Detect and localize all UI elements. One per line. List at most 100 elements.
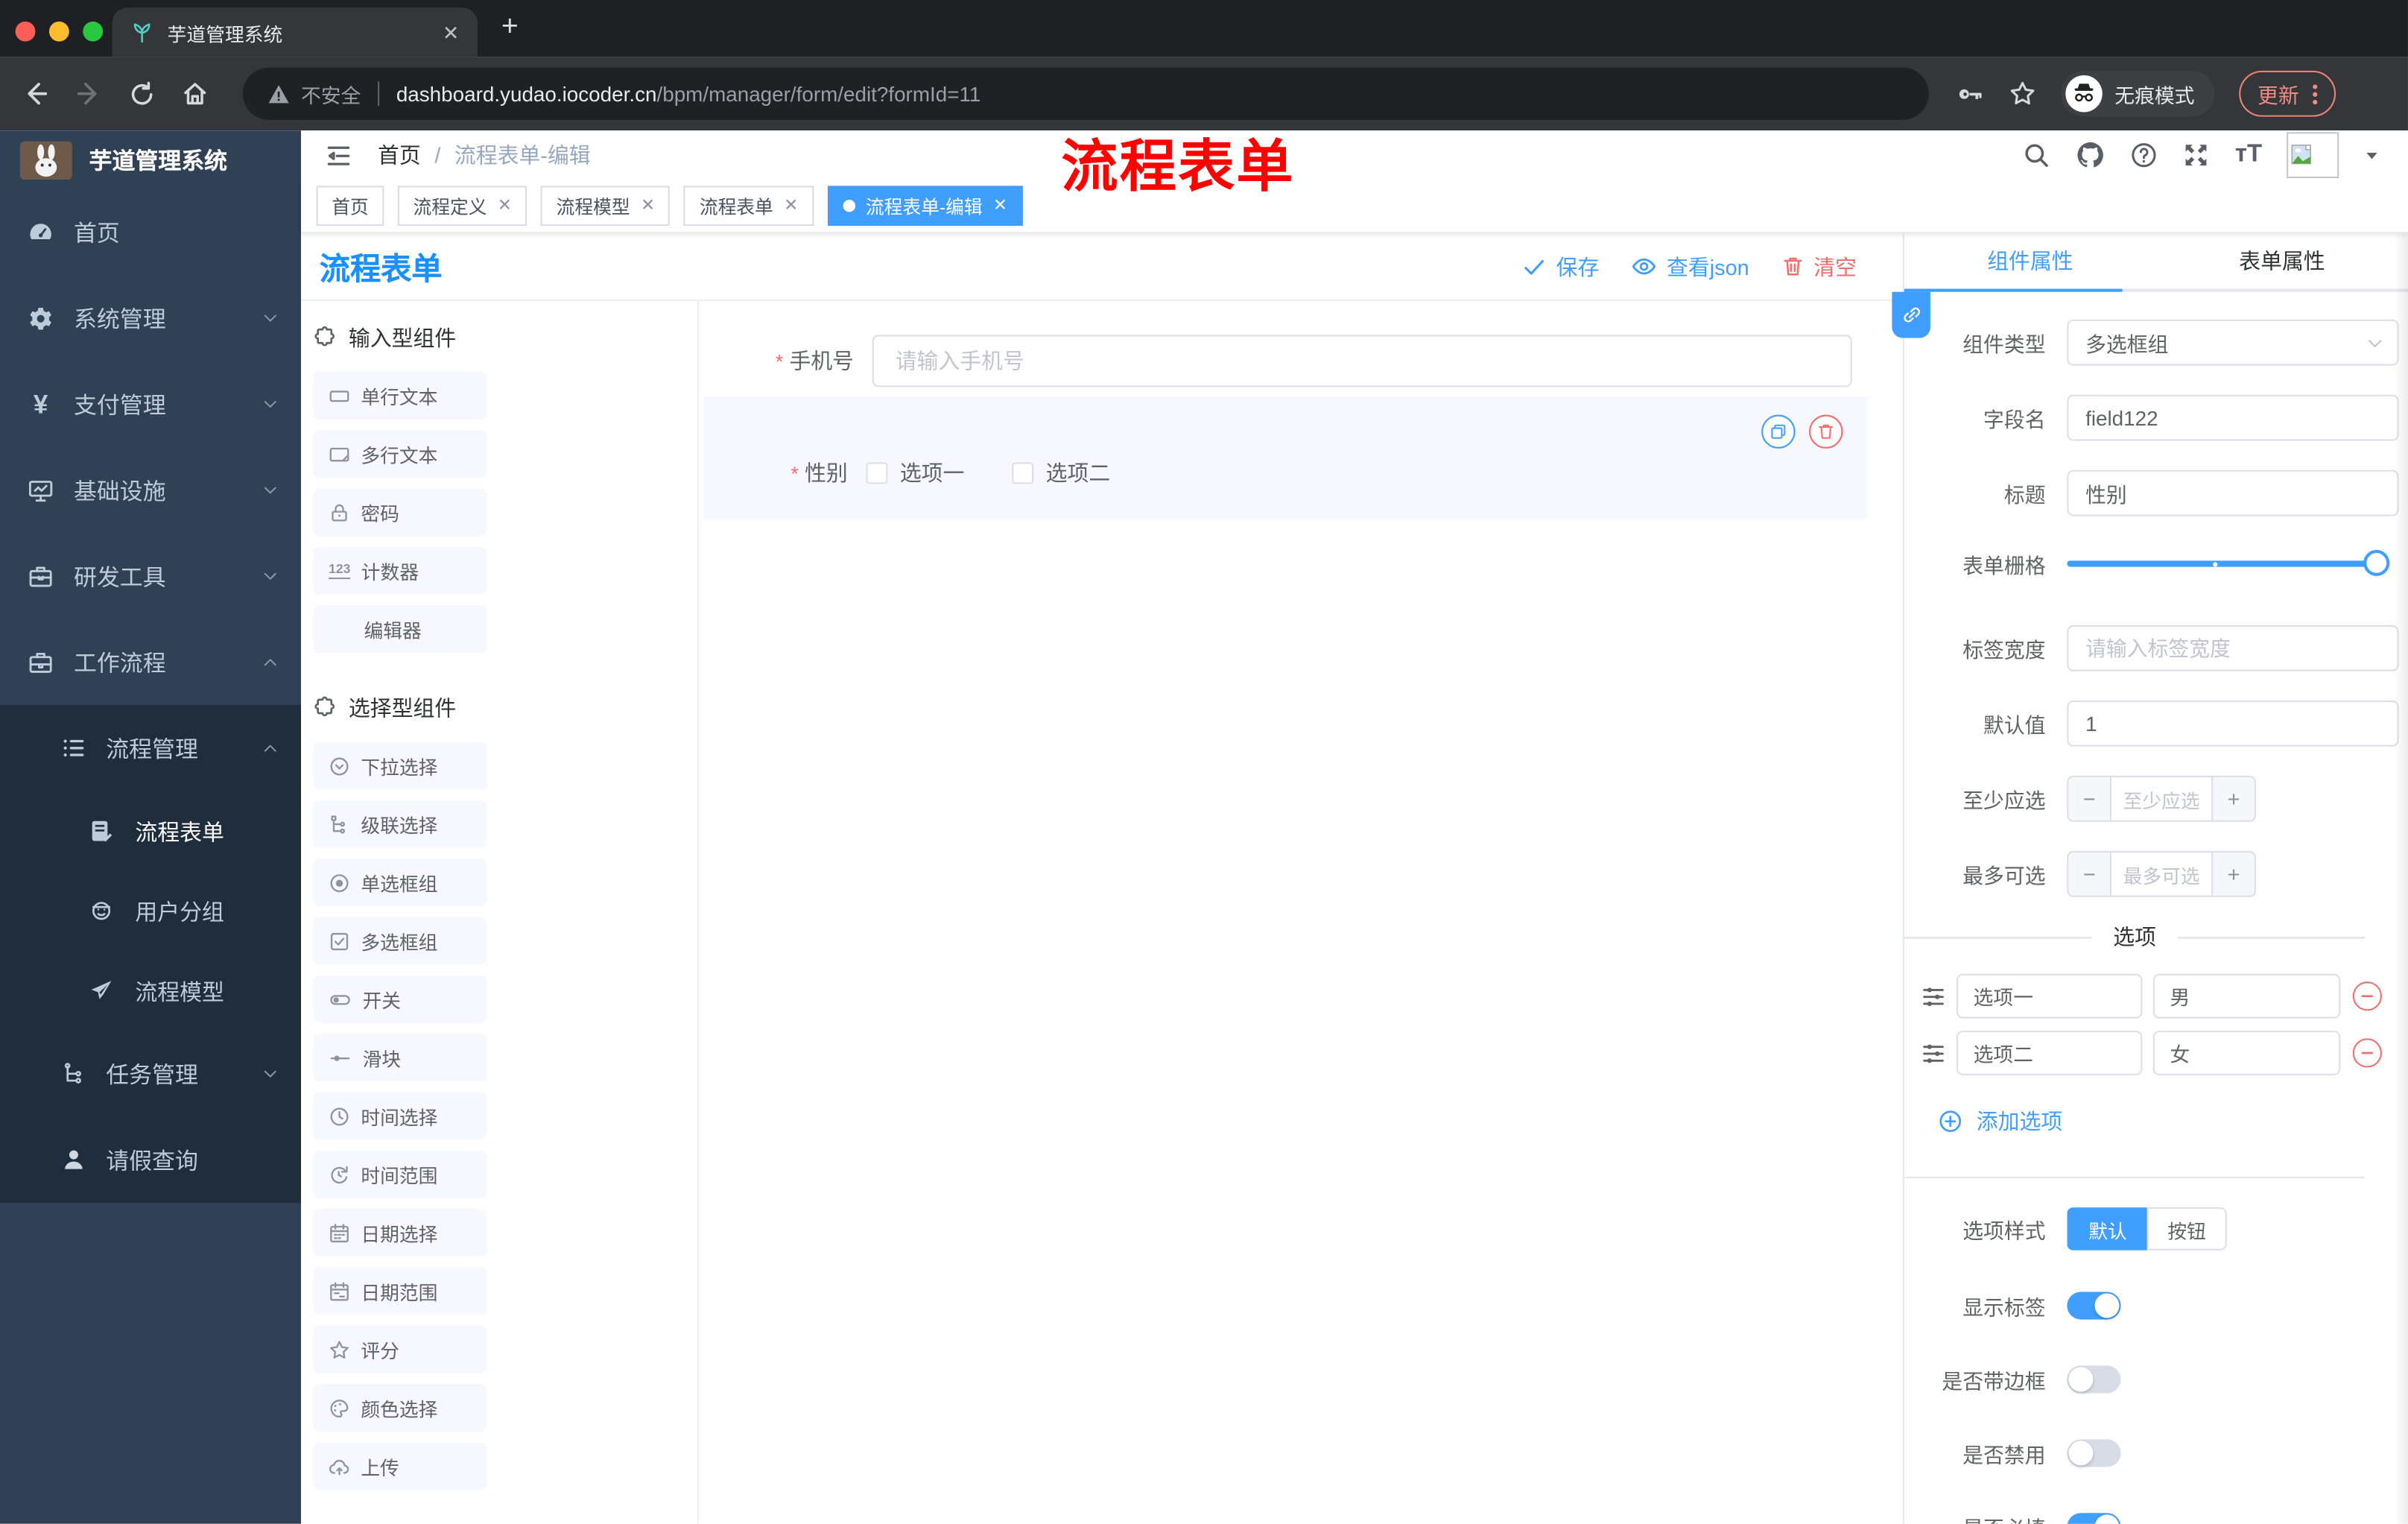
avatar[interactable] (2287, 132, 2339, 179)
tag-process-model[interactable]: 流程模型 ✕ (541, 186, 671, 226)
drag-handle-icon[interactable] (1921, 984, 1946, 1008)
drag-handle-icon[interactable] (1921, 1040, 1946, 1065)
palette-item-cascade[interactable]: 级联选择 (313, 800, 487, 848)
sidebar-logo[interactable]: 芋道管理系统 (0, 130, 301, 189)
save-button[interactable]: 保存 (1522, 251, 1599, 282)
sidebar-item-process-form[interactable]: 流程表单 (0, 791, 301, 871)
sidebar-item-user-group[interactable]: 用户分组 (0, 871, 301, 951)
sidebar-item-leave-query[interactable]: 请假查询 (0, 1116, 301, 1202)
option-label-input[interactable] (1956, 973, 2143, 1019)
slider-handle[interactable] (2363, 549, 2390, 576)
close-icon[interactable]: ✕ (641, 197, 655, 215)
palette-item-color-picker[interactable]: 颜色选择 (313, 1384, 487, 1432)
disabled-toggle[interactable] (2067, 1439, 2121, 1467)
field-name-input[interactable] (2067, 394, 2399, 441)
tab-component-props[interactable]: 组件属性 (1904, 233, 2156, 288)
close-icon[interactable]: ✕ (784, 197, 798, 215)
palette-item-select[interactable]: 下拉选择 (313, 742, 487, 790)
checkbox[interactable] (866, 462, 888, 484)
close-window-button[interactable] (15, 21, 36, 42)
link-tag-button[interactable] (1892, 291, 1930, 338)
search-icon[interactable] (2023, 142, 2050, 169)
option-label-input[interactable] (1956, 1031, 2143, 1075)
gender-option-1[interactable]: 选项一 (866, 458, 964, 488)
close-icon[interactable]: ✕ (993, 197, 1007, 215)
remove-option-button[interactable] (2352, 1038, 2382, 1068)
option-value-input[interactable] (2152, 1031, 2341, 1075)
delete-component-button[interactable] (1809, 414, 1843, 449)
palette-item-checkbox-group[interactable]: 多选框组 (313, 917, 487, 965)
palette-item-multi-text[interactable]: 多行文本 (313, 430, 487, 478)
decrement-button[interactable]: − (2068, 777, 2112, 821)
title-input[interactable] (2067, 469, 2399, 516)
max-select-value[interactable]: 最多可选 (2111, 852, 2212, 896)
palette-item-radio-group[interactable]: 单选框组 (313, 859, 487, 907)
canvas-field-gender-selected[interactable]: 性别 选项一 选项二 (703, 396, 1868, 519)
required-toggle[interactable] (2067, 1513, 2121, 1524)
tag-process-form-edit[interactable]: 流程表单-编辑 ✕ (827, 186, 1023, 226)
form-grid-slider[interactable] (2067, 549, 2390, 578)
new-tab-button[interactable]: + (492, 9, 528, 45)
add-option-button[interactable]: 添加选项 (1938, 1106, 2377, 1136)
palette-item-time-picker[interactable]: 时间选择 (313, 1092, 487, 1140)
close-tab-icon[interactable]: ✕ (443, 22, 459, 42)
palette-item-counter[interactable]: 123 计数器 (313, 546, 487, 595)
remove-option-button[interactable] (2352, 981, 2382, 1011)
tag-home[interactable]: 首页 (316, 186, 384, 226)
minimize-window-button[interactable] (48, 21, 69, 42)
checkbox[interactable] (1012, 462, 1034, 484)
palette-item-slider[interactable]: 滑块 (313, 1034, 487, 1082)
sidebar-item-task-mgmt[interactable]: 任务管理 (0, 1031, 301, 1116)
sidebar-item-workflow[interactable]: 工作流程 (0, 619, 301, 705)
font-size-icon[interactable]: тT (2235, 142, 2262, 169)
tag-process-form[interactable]: 流程表单 ✕ (684, 186, 814, 226)
gender-option-2[interactable]: 选项二 (1012, 458, 1110, 488)
tab-form-props[interactable]: 表单属性 (2156, 233, 2408, 288)
browser-tab[interactable]: 芋道管理系统 ✕ (112, 7, 478, 57)
fullscreen-icon[interactable] (2183, 142, 2211, 169)
sidebar-item-payment[interactable]: ¥ 支付管理 (0, 361, 301, 446)
address-bar[interactable]: 不安全 dashboard.yudao.iocoder.cn/bpm/manag… (242, 67, 1929, 120)
clear-button[interactable]: 清空 (1781, 251, 1857, 282)
github-icon[interactable] (2075, 140, 2106, 171)
copy-component-button[interactable] (1761, 414, 1796, 449)
palette-item-editor[interactable]: 编辑器 (313, 605, 487, 654)
tag-process-definition[interactable]: 流程定义 ✕ (397, 186, 527, 226)
update-button[interactable]: 更新 (2239, 70, 2336, 117)
palette-item-rate[interactable]: 评分 (313, 1325, 487, 1373)
sidebar-item-infra[interactable]: 基础设施 (0, 447, 301, 533)
option-value-input[interactable] (2152, 973, 2341, 1019)
component-type-select[interactable] (2067, 319, 2399, 366)
home-icon[interactable] (181, 80, 209, 107)
caret-down-icon[interactable] (2363, 147, 2380, 164)
zoom-window-button[interactable] (83, 21, 104, 42)
view-json-button[interactable]: 查看json (1632, 251, 1749, 282)
help-icon[interactable] (2131, 142, 2158, 169)
show-label-toggle[interactable] (2067, 1291, 2121, 1320)
label-width-input[interactable] (2067, 625, 2399, 671)
palette-item-date-range[interactable]: 日期范围 (313, 1267, 487, 1315)
back-icon[interactable] (22, 80, 49, 107)
browser-menu-icon[interactable] (2313, 83, 2318, 104)
sidebar-item-home[interactable]: 首页 (0, 189, 301, 275)
style-default-button[interactable]: 默认 (2067, 1207, 2147, 1250)
palette-item-date-picker[interactable]: 日期选择 (313, 1209, 487, 1257)
collapse-sidebar-icon[interactable] (326, 142, 352, 168)
palette-item-password[interactable]: 密码 (313, 488, 487, 537)
close-icon[interactable]: ✕ (498, 197, 512, 215)
increment-button[interactable]: + (2211, 777, 2255, 821)
increment-button[interactable]: + (2211, 852, 2255, 896)
canvas-field-phone[interactable]: 手机号 (699, 335, 1903, 388)
palette-item-time-range[interactable]: 时间范围 (313, 1150, 487, 1198)
sidebar-item-system[interactable]: 系统管理 (0, 275, 301, 361)
with-border-toggle[interactable] (2067, 1365, 2121, 1394)
style-button-button[interactable]: 按钮 (2146, 1207, 2227, 1250)
reload-icon[interactable] (129, 80, 155, 107)
forward-icon[interactable] (75, 80, 103, 107)
min-select-value[interactable]: 至少应选 (2111, 777, 2212, 821)
default-value-input[interactable] (2067, 700, 2399, 747)
palette-item-single-text[interactable]: 单行文本 (313, 371, 487, 420)
bookmark-star-icon[interactable] (2009, 80, 2036, 107)
decrement-button[interactable]: − (2068, 852, 2112, 896)
palette-item-upload[interactable]: 上传 (313, 1442, 487, 1490)
